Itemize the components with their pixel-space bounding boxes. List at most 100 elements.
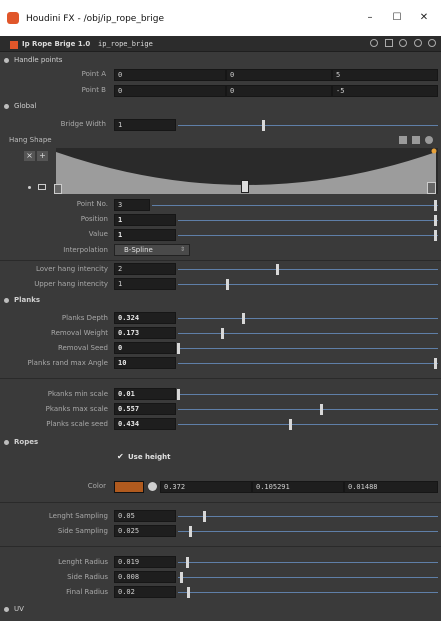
length-sampling-slider[interactable] — [178, 516, 438, 517]
ramp-remove-button[interactable]: × — [24, 151, 35, 161]
planks-min-scale-handle[interactable] — [177, 389, 180, 400]
color-r-field[interactable]: 0.372 — [160, 481, 252, 493]
removal-seed-handle[interactable] — [177, 343, 180, 354]
planks-angle-field[interactable]: 10 — [114, 357, 176, 369]
section-handle-points[interactable]: Handle points — [0, 54, 441, 67]
bridge-width-handle[interactable] — [262, 120, 265, 131]
section-uv[interactable]: UV — [0, 603, 441, 616]
bridge-width-slider[interactable] — [178, 125, 438, 126]
lower-hang-handle[interactable] — [276, 264, 279, 275]
side-radius-slider[interactable] — [178, 577, 438, 578]
point-no-field[interactable]: 3 — [114, 199, 150, 211]
color-picker-icon[interactable] — [148, 482, 157, 491]
length-radius-slider[interactable] — [178, 562, 438, 563]
section-planks[interactable]: Planks — [0, 294, 441, 307]
side-sampling-field[interactable]: 0.025 — [114, 525, 176, 537]
section-bullet-icon — [4, 607, 9, 612]
gear-icon[interactable] — [370, 39, 378, 47]
color-swatch[interactable] — [114, 481, 144, 493]
planks-depth-handle[interactable] — [242, 313, 245, 324]
planks-min-scale-slider[interactable] — [178, 394, 438, 395]
point-no-handle[interactable] — [434, 200, 437, 211]
final-radius-label: Final Radius — [66, 588, 108, 596]
upper-hang-handle[interactable] — [226, 279, 229, 290]
planks-depth-slider[interactable] — [178, 318, 438, 319]
point-a-y-field[interactable]: 0 — [226, 69, 332, 81]
planks-scale-seed-field[interactable]: 0.434 — [114, 418, 176, 430]
point-a-x-field[interactable]: 0 — [114, 69, 226, 81]
lower-hang-slider[interactable] — [178, 269, 438, 270]
value-handle[interactable] — [434, 230, 437, 241]
lower-hang-field[interactable]: 2 — [114, 263, 176, 275]
point-b-y-field[interactable]: 0 — [226, 85, 332, 97]
planks-min-scale-field[interactable]: 0.01 — [114, 388, 176, 400]
minimize-button[interactable]: – — [360, 11, 380, 25]
planks-scale-seed-handle[interactable] — [289, 419, 292, 430]
info-icon[interactable] — [413, 39, 422, 47]
length-sampling-field[interactable]: 0.05 — [114, 510, 176, 522]
position-field[interactable]: 1 — [114, 214, 176, 226]
length-radius-handle[interactable] — [186, 557, 189, 568]
value-field[interactable]: 1 — [114, 229, 176, 241]
planks-max-scale-handle[interactable] — [320, 404, 323, 415]
node-toolbar — [370, 39, 436, 49]
maximize-button[interactable]: ☐ — [387, 11, 407, 25]
help-icon[interactable] — [428, 39, 436, 47]
section-ropes[interactable]: Ropes — [0, 436, 441, 449]
window-title: Houdini FX - /obj/ip_rope_brige — [26, 14, 164, 24]
bridge-width-field[interactable]: 1 — [114, 119, 176, 131]
removal-weight-handle[interactable] — [221, 328, 224, 339]
link-icon[interactable] — [38, 184, 46, 190]
ramp-key-0[interactable] — [54, 184, 62, 194]
point-b-x-field[interactable]: 0 — [114, 85, 226, 97]
ramp-key-1[interactable] — [241, 180, 249, 193]
node-name-field[interactable]: ip_rope_brige — [98, 40, 153, 48]
checkmark-icon[interactable]: ✔ — [117, 452, 124, 461]
section-global[interactable]: Global — [0, 100, 441, 113]
removal-seed-slider[interactable] — [178, 348, 438, 349]
side-radius-field[interactable]: 0.008 — [114, 571, 176, 583]
value-slider[interactable] — [178, 235, 438, 236]
edit-parameters-icon[interactable] — [384, 39, 393, 47]
position-slider[interactable] — [178, 220, 438, 221]
removal-weight-slider[interactable] — [178, 333, 438, 334]
position-handle[interactable] — [434, 215, 437, 226]
planks-max-scale-label: Pkanks max scale — [45, 405, 108, 413]
ramp-key-2[interactable] — [427, 182, 436, 194]
length-sampling-handle[interactable] — [203, 511, 206, 522]
planks-angle-slider[interactable] — [178, 363, 438, 364]
gear-icon[interactable] — [425, 136, 433, 144]
upper-hang-slider[interactable] — [178, 284, 438, 285]
planks-angle-handle[interactable] — [434, 358, 437, 369]
color-g-field[interactable]: 0.105291 — [252, 481, 344, 493]
ramp-point-marker[interactable] — [431, 148, 437, 154]
side-sampling-handle[interactable] — [189, 526, 192, 537]
length-radius-field[interactable]: 0.019 — [114, 556, 176, 568]
side-radius-handle[interactable] — [180, 572, 183, 583]
planks-max-scale-field[interactable]: 0.557 — [114, 403, 176, 415]
planks-depth-field[interactable]: 0.324 — [114, 312, 176, 324]
planks-scale-seed-slider[interactable] — [178, 424, 438, 425]
final-radius-field[interactable]: 0.02 — [114, 586, 176, 598]
planks-max-scale-slider[interactable] — [178, 409, 438, 410]
point-no-slider[interactable] — [152, 205, 438, 206]
removal-seed-field[interactable]: 0 — [114, 342, 176, 354]
point-a-label: Point A — [81, 70, 106, 78]
hang-shape-label: Hang Shape — [9, 136, 52, 144]
final-radius-handle[interactable] — [187, 587, 190, 598]
removal-weight-field[interactable]: 0.173 — [114, 327, 176, 339]
ramp-interp-icon[interactable] — [28, 186, 31, 189]
point-a-z-field[interactable]: 5 — [332, 69, 438, 81]
search-icon[interactable] — [399, 39, 407, 47]
final-radius-slider[interactable] — [178, 592, 438, 593]
close-button[interactable]: ✕ — [414, 11, 434, 25]
ramp-menu-icon[interactable] — [412, 136, 420, 144]
color-b-field[interactable]: 0.01488 — [344, 481, 438, 493]
side-sampling-slider[interactable] — [178, 531, 438, 532]
planks-min-scale-label: Pkanks min scale — [47, 390, 108, 398]
upper-hang-field[interactable]: 1 — [114, 278, 176, 290]
ramp-add-button[interactable]: + — [37, 151, 48, 161]
ramp-preset-icon[interactable] — [399, 136, 407, 144]
interpolation-select[interactable]: B-Spline ⇕ — [114, 244, 190, 256]
point-b-z-field[interactable]: -5 — [332, 85, 438, 97]
